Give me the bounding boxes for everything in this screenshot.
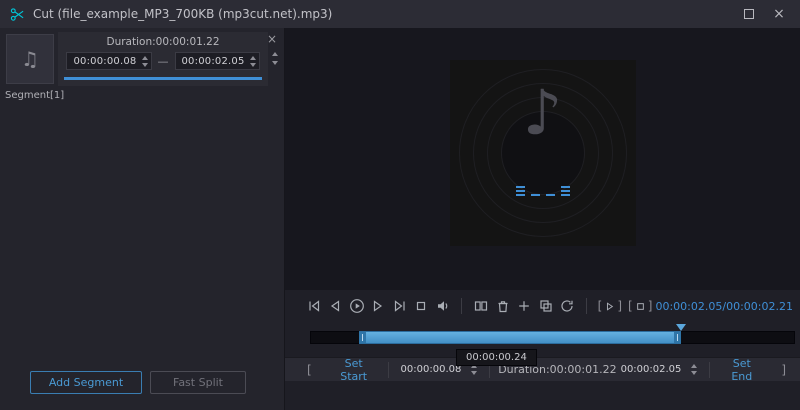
music-note-icon: ♪ [522, 76, 563, 149]
play-button[interactable] [347, 296, 366, 317]
timeline [310, 324, 795, 344]
album-art: ♪ [449, 60, 636, 246]
delete-segment-button[interactable] [493, 296, 512, 317]
add-segment-button[interactable]: Add Segment [30, 371, 142, 394]
equalizer-bars-icon [515, 184, 570, 196]
segment-progress-track [64, 77, 262, 80]
set-end-button[interactable]: Set End [718, 357, 765, 383]
spinner-up-icon[interactable] [691, 364, 698, 368]
remove-segment-button[interactable]: × [265, 32, 279, 46]
segment-editor-card: Duration:00:00:01.22 00:00:00.08 — 00:00… [58, 32, 268, 86]
trim-bar: [ Set Start 00:00:00.08 Duration:00:00:0… [285, 357, 800, 383]
spinner-down-icon[interactable] [141, 62, 148, 67]
separator [585, 298, 587, 314]
segment-thumbnail[interactable]: ♫ [6, 34, 54, 84]
scissors-icon [10, 7, 25, 22]
window-title: Cut (file_example_MP3_700KB (mp3cut.net)… [33, 7, 333, 21]
step-back-button[interactable] [325, 296, 344, 317]
volume-button[interactable] [433, 296, 452, 317]
separator [387, 361, 389, 378]
spinner-down-icon[interactable] [249, 62, 256, 67]
cut-dialog-window: Cut (file_example_MP3_700KB (mp3cut.net)… [0, 0, 800, 410]
maximize-icon [744, 9, 754, 19]
segment-label: Segment[1] [5, 90, 65, 101]
spinner-up-icon[interactable] [249, 55, 256, 60]
trim-end-spinner[interactable]: 00:00:02.05 [617, 364, 702, 375]
spinner-down-icon[interactable] [471, 371, 478, 375]
skip-end-button[interactable] [390, 296, 409, 317]
position-tooltip: 00:00:00.24 [456, 349, 537, 366]
music-note-icon: ♫ [21, 47, 39, 71]
move-segment-up-button[interactable] [272, 52, 278, 56]
segment-end-value: 00:00:02.05 [181, 55, 245, 67]
time-display: 00:00:02.05/00:00:02.21 [655, 300, 800, 313]
transport-bar: [ ] [ ] 00:00:02.05/00:00:02.21 [285, 290, 800, 322]
segments-panel: ♫ Segment[1] Duration:00:00:01.22 00:00:… [0, 28, 285, 410]
trim-start-value: 00:00:00.08 [400, 364, 462, 375]
separator [709, 361, 711, 378]
segment-end-spinner[interactable]: 00:00:02.05 [174, 52, 260, 70]
split-button[interactable] [471, 296, 490, 317]
segment-start-spinner[interactable]: 00:00:00.08 [66, 52, 152, 70]
title-bar: Cut (file_example_MP3_700KB (mp3cut.net)… [0, 0, 800, 28]
skip-start-button[interactable] [304, 296, 323, 317]
move-segment-down-button[interactable] [272, 61, 278, 65]
current-time: 00:00:02.05 [655, 299, 723, 313]
trim-end-value: 00:00:02.05 [620, 364, 682, 375]
selection-end-handle[interactable] [674, 332, 682, 343]
play-segment-button[interactable]: [ ] [598, 299, 622, 313]
set-start-button[interactable]: Set Start [328, 357, 380, 383]
reset-button[interactable] [557, 296, 576, 317]
start-bracket: [ [307, 362, 312, 377]
preview-area: ♪ [285, 28, 800, 290]
stop-segment-button[interactable]: [ ] [628, 299, 652, 313]
segment-progress-fill [64, 77, 262, 80]
timeline-selection[interactable] [358, 331, 682, 344]
copy-segment-button[interactable] [536, 296, 555, 317]
segment-start-value: 00:00:00.08 [73, 55, 137, 67]
separator [461, 298, 463, 314]
range-dash: — [157, 54, 169, 68]
add-split-button[interactable] [514, 296, 533, 317]
fast-split-button[interactable]: Fast Split [150, 371, 246, 394]
step-forward-button[interactable] [368, 296, 387, 317]
total-time: 00:00:02.21 [726, 299, 793, 313]
spinner-up-icon[interactable] [141, 55, 148, 60]
selection-start-handle[interactable] [358, 332, 366, 343]
spinner-down-icon[interactable] [691, 371, 698, 375]
playhead-marker[interactable] [676, 324, 687, 331]
maximize-button[interactable] [734, 0, 764, 28]
close-button[interactable]: × [764, 0, 794, 28]
end-bracket: ] [781, 362, 786, 377]
stop-button[interactable] [411, 296, 430, 317]
segment-duration-label: Duration:00:00:01.22 [106, 36, 220, 48]
